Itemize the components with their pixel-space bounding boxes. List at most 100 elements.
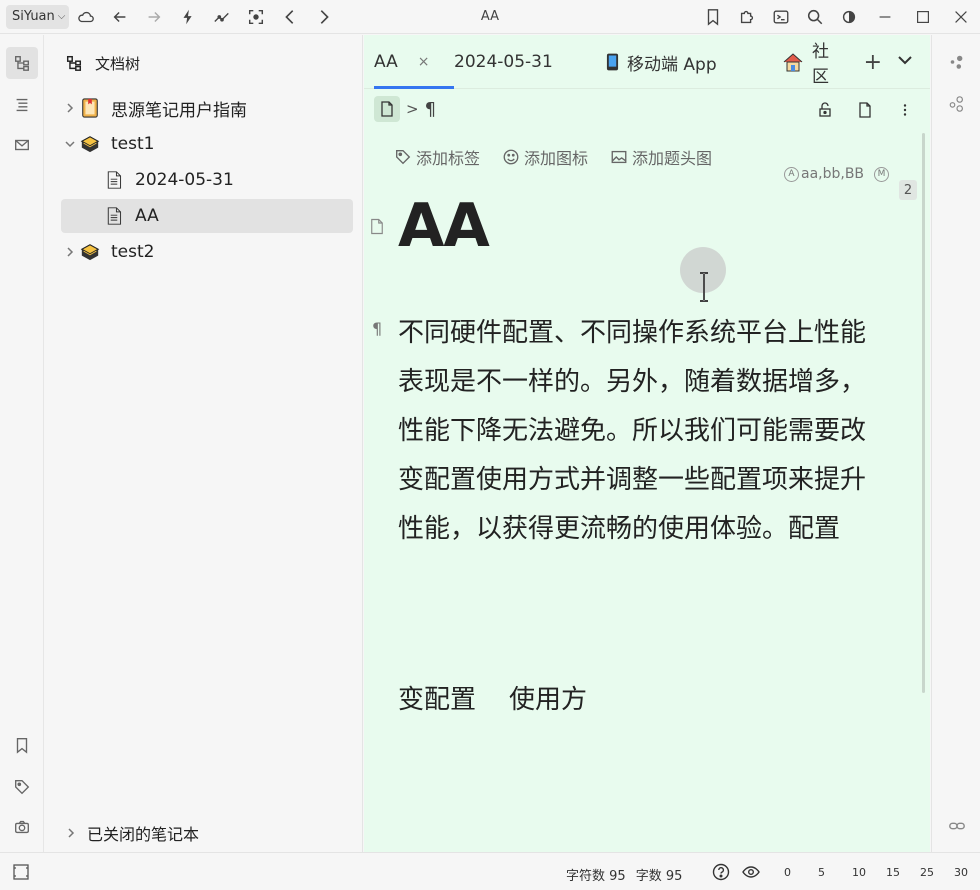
- forward-arrow-icon[interactable]: [137, 0, 171, 34]
- eye-icon[interactable]: [742, 863, 760, 885]
- house-icon: [782, 52, 804, 72]
- text-cursor-icon: [700, 272, 708, 302]
- tab-label: AA: [374, 52, 398, 72]
- unlock-icon[interactable]: [812, 97, 838, 123]
- status-bar: 字符数 95 字数 95 0 5 10 15 25 30: [0, 852, 980, 890]
- doc-attributes[interactable]: A aa,bb,BB M: [784, 166, 891, 182]
- terminal-icon[interactable]: [764, 0, 798, 34]
- left-dock: [0, 35, 44, 852]
- add-icon-button[interactable]: 添加图标: [502, 145, 588, 169]
- smiley-icon: [503, 149, 519, 165]
- image-icon: [611, 150, 627, 164]
- help-icon[interactable]: [712, 863, 730, 885]
- bookmark-icon[interactable]: [696, 0, 730, 34]
- breadcrumb-doc-button[interactable]: [374, 96, 400, 122]
- breadcrumb-separator: >: [406, 100, 419, 118]
- chevron-down-icon[interactable]: [61, 138, 79, 150]
- breadcrumb-paragraph[interactable]: ¶: [425, 99, 436, 120]
- chevron-right-icon[interactable]: [61, 246, 79, 258]
- back-arrow-icon[interactable]: [103, 0, 137, 34]
- graph-trend-icon[interactable]: [205, 0, 239, 34]
- editor-panel: AA × 2024-05-31 移动端 App 社区 + > ¶ 添加标签 添加…: [364, 35, 930, 852]
- file-tree-icon[interactable]: [6, 47, 38, 79]
- editor-scrollbar[interactable]: [922, 133, 925, 693]
- file-tree-title: 文档树: [95, 54, 141, 73]
- maximize-icon[interactable]: [904, 0, 942, 34]
- chevron-right-icon: [68, 828, 75, 838]
- tree-item-aa[interactable]: AA: [61, 199, 353, 233]
- tree-item-test2[interactable]: test2: [61, 235, 353, 269]
- word-count: 字数 95: [635, 869, 683, 884]
- focus-frame-icon[interactable]: [239, 0, 273, 34]
- camera-dock-icon[interactable]: [6, 811, 38, 843]
- doc-info-icon[interactable]: [852, 97, 878, 123]
- backlink-count[interactable]: 2: [899, 180, 917, 200]
- more-vertical-icon[interactable]: [892, 97, 918, 123]
- tab-close-icon[interactable]: ×: [418, 54, 430, 70]
- tab-mobile-app[interactable]: 移动端 App: [606, 35, 717, 89]
- zoom-mark: 5: [818, 866, 825, 879]
- title-bar: SiYuan ⌵ AA: [0, 0, 980, 34]
- add-tag-button[interactable]: 添加标签: [394, 145, 480, 169]
- workspace-name: SiYuan: [12, 9, 55, 24]
- chevron-left-icon[interactable]: [273, 0, 307, 34]
- global-graph-icon[interactable]: [944, 91, 970, 117]
- zoom-mark: 30: [954, 866, 968, 879]
- closed-notebooks[interactable]: 已关闭的笔记本: [65, 821, 199, 845]
- workspace-menu-button[interactable]: SiYuan ⌵: [6, 4, 70, 29]
- cloud-sync-icon[interactable]: [69, 0, 103, 34]
- file-tree-header-icon: [66, 55, 82, 71]
- tab-aa[interactable]: AA ×: [374, 35, 455, 89]
- tree-item-guide[interactable]: 思源笔记用户指南: [61, 91, 353, 125]
- tree-item-label: test1: [111, 134, 155, 154]
- char-count: 字符数 95: [566, 869, 626, 884]
- search-icon[interactable]: [798, 0, 832, 34]
- tree-item-label: 思源笔记用户指南: [111, 100, 247, 121]
- tab-community[interactable]: 社区: [782, 35, 842, 89]
- theme-mode-icon[interactable]: [832, 0, 866, 34]
- plugin-puzzle-icon[interactable]: [730, 0, 764, 34]
- file-tree-header: 文档树: [45, 35, 362, 91]
- dock-toggle-icon[interactable]: [12, 863, 30, 881]
- word-counts: 字符数 95 字数 95: [566, 865, 682, 884]
- tree-item-test1[interactable]: test1: [61, 127, 353, 161]
- tab-label: 移动端 App: [627, 54, 717, 75]
- tab-2024-05-31[interactable]: 2024-05-31: [454, 35, 553, 89]
- close-icon[interactable]: [942, 0, 980, 34]
- document-icon: [381, 101, 393, 117]
- tree-item-label: AA: [135, 206, 159, 226]
- add-icon-label: 添加图标: [524, 149, 589, 168]
- doc-gutter-icon[interactable]: [370, 218, 386, 236]
- add-cover-button[interactable]: 添加题头图: [610, 145, 712, 169]
- tab-label: 社区: [812, 42, 829, 87]
- zoom-mark: 15: [886, 866, 900, 879]
- tab-list-chevron-icon[interactable]: [894, 49, 916, 75]
- zoom-scale[interactable]: 0 5 10 15 25 30: [784, 866, 980, 879]
- chevron-right-icon[interactable]: [61, 102, 79, 114]
- lightning-icon[interactable]: [171, 0, 205, 34]
- outline-icon[interactable]: [6, 89, 38, 121]
- notebook-box-icon: [79, 241, 101, 263]
- minimize-icon[interactable]: [866, 0, 904, 34]
- breadcrumb: > ¶: [364, 89, 930, 129]
- inbox-mail-icon[interactable]: [6, 129, 38, 161]
- tag-dock-icon[interactable]: [6, 771, 38, 803]
- bookmark-dock-icon[interactable]: [6, 729, 38, 761]
- add-tab-button[interactable]: +: [864, 50, 882, 75]
- alias-badge-icon: A: [784, 166, 799, 182]
- window-title: AA: [480, 9, 500, 24]
- paragraph-gutter-icon[interactable]: ¶: [372, 319, 382, 338]
- phone-icon: [606, 52, 619, 72]
- tree-item-2024-05-31[interactable]: 2024-05-31: [103, 163, 353, 197]
- chevron-right-icon[interactable]: [307, 0, 341, 34]
- tab-label: 2024-05-31: [454, 52, 553, 72]
- file-tree-panel: 文档树 思源笔记用户指南 test1 2024-05-31 AA test2 已…: [45, 35, 363, 852]
- graph-view-icon[interactable]: [944, 49, 970, 75]
- zoom-mark: 0: [784, 866, 791, 879]
- link-icon[interactable]: [944, 813, 970, 839]
- paragraph-block[interactable]: 不同硬件配置、不同操作系统平台上性能表现是不一样的。另外，随着数据增多，性能下降…: [398, 309, 888, 554]
- guide-book-icon: [79, 97, 101, 119]
- document-icon: [103, 169, 125, 191]
- doc-title[interactable]: AA: [398, 191, 490, 261]
- paragraph-block-2[interactable]: 变配置 使用方: [398, 679, 587, 716]
